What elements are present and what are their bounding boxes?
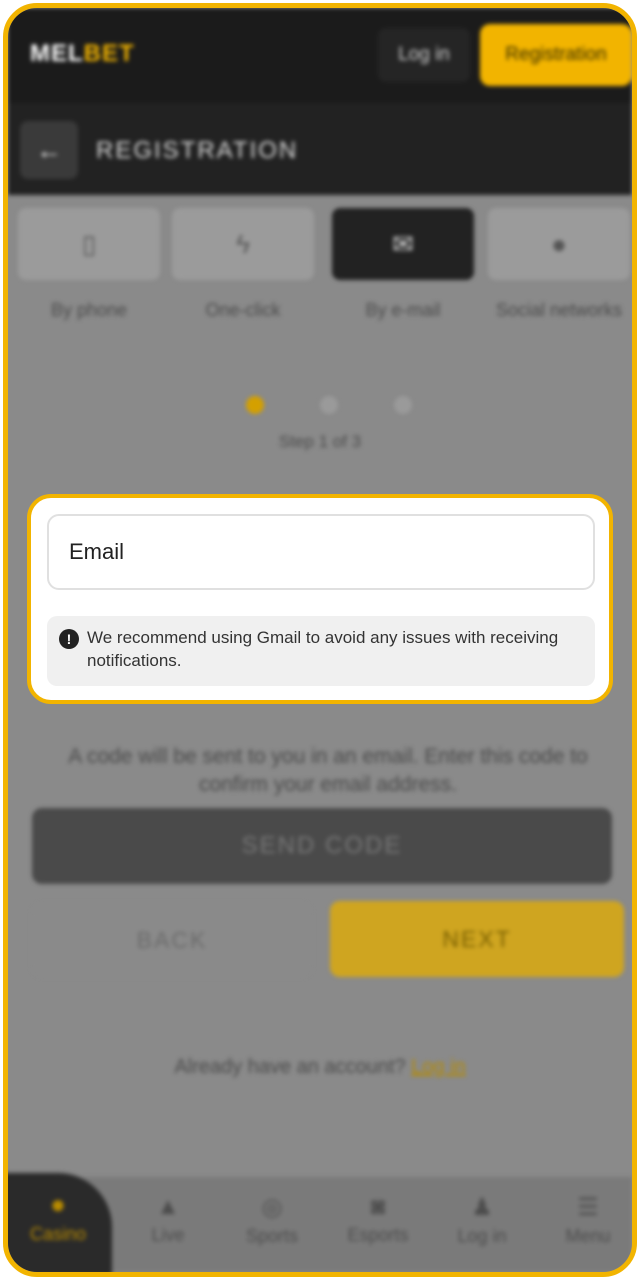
code-note: A code will be sent to you in an email. … (68, 745, 588, 796)
menu-icon: ☰ (577, 1194, 599, 1221)
notice-text: We recommend using Gmail to avoid any is… (87, 628, 559, 670)
logo-main-text: MEL (30, 40, 84, 67)
nav-item-casino[interactable]: ● Casino (8, 1173, 112, 1272)
registration-subheader: ← REGISTRATION (8, 103, 632, 195)
social-icon: ● (551, 228, 567, 259)
tab-label-by-email: By e-mail (365, 300, 441, 320)
step-indicator (246, 396, 412, 416)
step-dot-3 (394, 396, 412, 414)
tab-label-one-click: One-click (205, 300, 281, 320)
email-input[interactable] (47, 514, 595, 590)
next-button[interactable]: NEXT (330, 901, 624, 977)
send-code-button[interactable]: SEND CODE (32, 808, 612, 884)
arrow-left-icon: ← (36, 134, 62, 165)
tab-label-by-phone: By phone (50, 300, 128, 320)
logo-accent-text: BET (83, 40, 135, 67)
already-account: Already have an account? Log in (8, 1056, 632, 1079)
tab-one-click[interactable]: ϟ (172, 208, 314, 280)
header-registration-button[interactable]: Registration (480, 24, 632, 86)
tab-by-email[interactable]: ✉ (332, 208, 474, 280)
email-form-card: ! We recommend using Gmail to avoid any … (27, 494, 613, 704)
nav-label-menu: Menu (565, 1226, 611, 1246)
user-icon: ♟ (471, 1194, 493, 1221)
sports-icon: ◎ (261, 1194, 283, 1221)
nav-item-menu[interactable]: ☰ Menu (536, 1187, 632, 1267)
casino-icon: ● (50, 1189, 66, 1219)
gmail-notice: ! We recommend using Gmail to avoid any … (47, 616, 595, 686)
tab-social-networks[interactable]: ● (488, 208, 630, 280)
nav-label-sports: Sports (245, 1226, 299, 1246)
nav-item-live[interactable]: ▲ Live (116, 1187, 220, 1267)
envelope-icon: ✉ (392, 228, 414, 259)
page-title: REGISTRATION (96, 137, 299, 164)
login-link[interactable]: Log in (411, 1056, 466, 1078)
brand-logo[interactable]: MELBET (30, 40, 135, 68)
phone-icon: ▯ (81, 228, 97, 259)
nav-item-sports[interactable]: ◎ Sports (220, 1187, 324, 1267)
bottom-navigation: ● Casino ▲ Live ◎ Sports ◙ Esports ♟ Log… (8, 1173, 632, 1272)
nav-item-login[interactable]: ♟ Log in (430, 1187, 534, 1267)
already-account-prompt: Already have an account? (174, 1056, 406, 1078)
step-dot-1 (246, 396, 264, 414)
step-text: Step 1 of 3 (278, 432, 362, 451)
top-bar: MELBET Log in Registration (8, 8, 632, 103)
tab-label-social-networks: Social networks (495, 300, 623, 320)
back-arrow-button[interactable]: ← (20, 121, 78, 179)
nav-label-esports: Esports (347, 1225, 409, 1245)
back-button[interactable]: BACK (32, 903, 312, 977)
exclamation-icon: ! (59, 629, 79, 649)
gamepad-icon: ◙ (370, 1193, 386, 1220)
nav-label-login: Log in (457, 1226, 507, 1246)
header-login-button[interactable]: Log in (378, 28, 470, 82)
lightning-icon: ϟ (236, 228, 250, 259)
nav-item-esports[interactable]: ◙ Esports (326, 1187, 430, 1267)
live-icon: ▲ (156, 1193, 180, 1220)
registration-method-tabs: ▯ ϟ ✉ ● By phone One-click By e-mail Soc… (18, 208, 630, 348)
step-dot-2 (320, 396, 338, 414)
tab-by-phone[interactable]: ▯ (18, 208, 160, 280)
nav-label-casino: Casino (29, 1224, 87, 1244)
nav-label-live: Live (151, 1225, 185, 1245)
